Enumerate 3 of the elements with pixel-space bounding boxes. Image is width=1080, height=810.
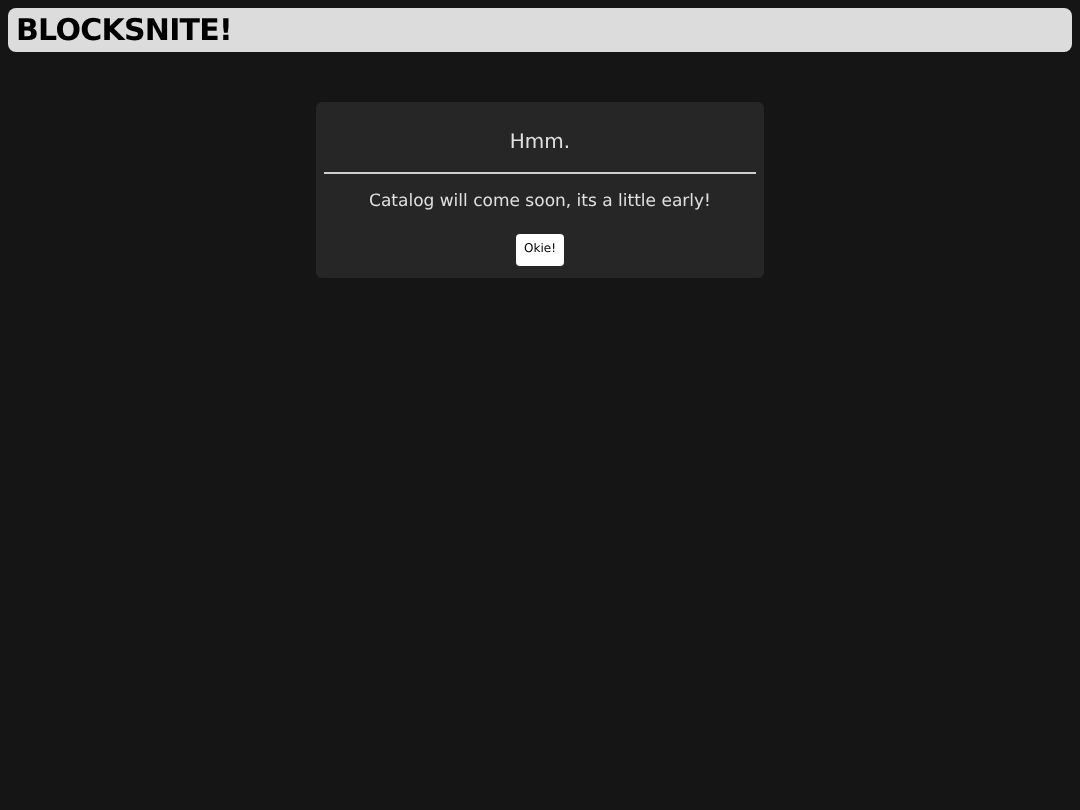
site-title: BLOCKSNITE! xyxy=(16,15,232,45)
dialog-title: Hmm. xyxy=(509,130,571,158)
dialog-message: Catalog will come soon, its a little early! xyxy=(369,190,711,216)
